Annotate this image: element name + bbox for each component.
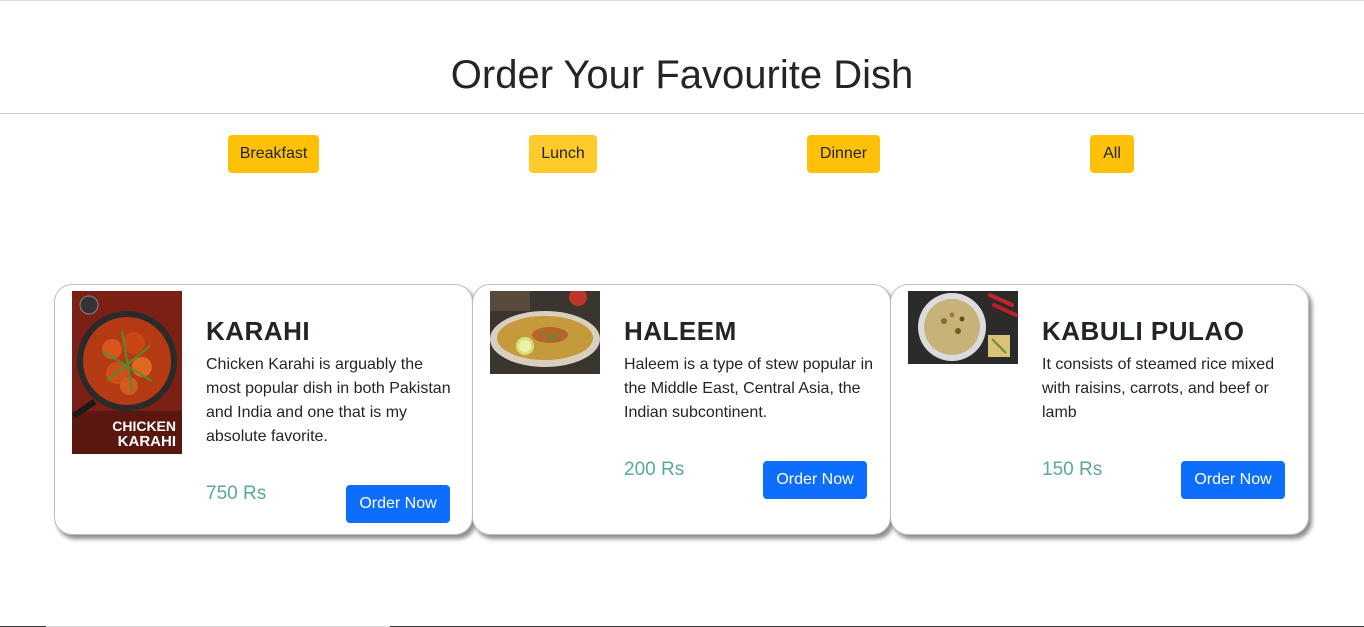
filter-breakfast-button[interactable]: Breakfast [228, 135, 319, 173]
haleem-photo [490, 291, 600, 374]
karahi-image: CHICKEN KARAHI [72, 291, 182, 454]
filter-lunch-button[interactable]: Lunch [529, 135, 597, 173]
filter-all-button[interactable]: All [1090, 135, 1134, 173]
dish-card-haleem: HALEEM Haleem is a type of stew popular … [472, 284, 891, 535]
dish-name: HALEEM [624, 316, 737, 346]
dish-card-karahi: CHICKEN KARAHI KARAHI Chicken Karahi is … [54, 284, 473, 535]
svg-text:KARAHI: KARAHI [118, 433, 176, 450]
karahi-photo: CHICKEN KARAHI [72, 291, 182, 454]
kabuli-pulao-photo [908, 291, 1018, 364]
order-now-button[interactable]: Order Now [346, 485, 450, 523]
top-divider [0, 0, 1364, 1]
dish-description: It consists of steamed rice mixed with r… [1042, 356, 1275, 421]
dish-price: 750 Rs [206, 483, 267, 504]
dish-name: KARAHI [206, 316, 311, 346]
haleem-image [490, 291, 600, 374]
dish-description: Chicken Karahi is arguably the most popu… [206, 356, 451, 445]
svg-text:CHICKEN: CHICKEN [112, 418, 176, 434]
dish-name: KABULI PULAO [1042, 316, 1245, 346]
dish-card-kabuli-pulao: KABULI PULAO It consists of steamed rice… [890, 284, 1309, 535]
kabuli-pulao-image [908, 291, 1018, 364]
order-now-button[interactable]: Order Now [1181, 461, 1285, 499]
dish-price: 200 Rs [624, 459, 685, 480]
filter-dinner-button[interactable]: Dinner [807, 135, 880, 173]
dish-description: Haleem is a type of stew popular in the … [624, 356, 874, 421]
title-divider [0, 113, 1364, 114]
order-now-button[interactable]: Order Now [763, 461, 867, 499]
page-title: Order Your Favourite Dish [450, 53, 914, 97]
dish-price: 150 Rs [1042, 459, 1103, 480]
